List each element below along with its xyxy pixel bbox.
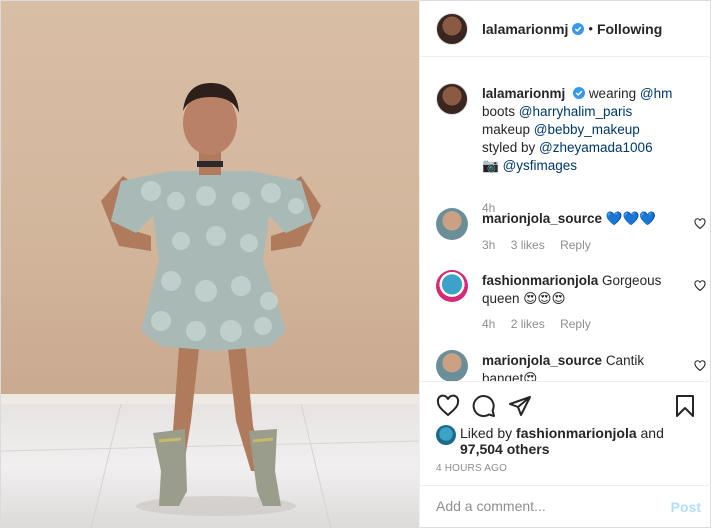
comment-like-heart-icon[interactable] xyxy=(694,280,706,292)
caption-username[interactable]: lalamarionmj xyxy=(482,86,565,101)
post-sidebar: lalamarionmj • Following lalamarionmj we… xyxy=(419,1,711,528)
post-timestamp[interactable]: 4 HOURS AGO xyxy=(436,463,507,474)
caption: lalamarionmj wearing @hm boots @harryhal… xyxy=(436,83,706,215)
post-header: lalamarionmj • Following xyxy=(420,1,711,57)
comment: fashionmarionjola Gorgeous queen 😍😍😍 4h … xyxy=(436,270,706,331)
separator-dot: • xyxy=(588,21,593,36)
reply-button[interactable]: Reply xyxy=(560,238,591,252)
comments-area[interactable]: lalamarionmj wearing @hm boots @harryhal… xyxy=(420,58,711,381)
instagram-post: lalamarionmj • Following lalamarionmj we… xyxy=(0,0,711,528)
caption-text: wearing xyxy=(588,86,637,101)
author-username[interactable]: lalamarionmj xyxy=(482,21,568,37)
comment-time[interactable]: 4h xyxy=(482,317,495,331)
mention-link[interactable]: @harryhalim_paris xyxy=(519,104,633,119)
mention-link[interactable]: @ysfimages xyxy=(503,158,577,173)
mention-link[interactable]: @bebby_makeup xyxy=(534,122,640,137)
liker-avatar[interactable] xyxy=(436,425,456,445)
caption-text: styled by xyxy=(482,140,536,155)
caption-avatar[interactable] xyxy=(436,83,468,115)
comment-text: 💙💙💙 xyxy=(605,211,657,226)
heart-icon[interactable] xyxy=(436,394,460,418)
comment-like-heart-icon[interactable] xyxy=(694,218,706,230)
mention-link[interactable]: @zheyamada1006 xyxy=(539,140,653,155)
comment-username[interactable]: marionjola_source xyxy=(482,353,602,368)
action-bar xyxy=(420,381,711,427)
add-comment-input[interactable] xyxy=(436,498,656,514)
post-photo[interactable] xyxy=(1,1,419,528)
comment: marionjola_source Cantik banget😍 xyxy=(436,350,706,381)
following-button[interactable]: Following xyxy=(597,21,662,37)
mention-link[interactable]: @hm xyxy=(640,86,672,101)
reply-button[interactable]: Reply xyxy=(560,317,591,331)
verified-icon xyxy=(573,87,586,99)
caption-text: makeup xyxy=(482,122,531,137)
verified-icon xyxy=(572,22,585,35)
comment-username[interactable]: marionjola_source xyxy=(482,211,602,226)
comment-time[interactable]: 3h xyxy=(482,238,495,252)
add-comment-bar: Post xyxy=(420,485,711,528)
author-avatar[interactable] xyxy=(436,12,468,45)
comment-like-heart-icon[interactable] xyxy=(694,360,706,372)
likes-count[interactable]: 97,504 others xyxy=(460,441,550,457)
comment: marionjola_source 💙💙💙 3h 3 likes Reply xyxy=(436,208,706,253)
comment-likes[interactable]: 3 likes xyxy=(511,238,545,252)
share-icon[interactable] xyxy=(508,394,532,418)
camera-emoji: 📷 xyxy=(482,158,499,173)
liker-username[interactable]: fashionmarionjola xyxy=(516,425,637,441)
liked-by-label: Liked by xyxy=(460,425,513,441)
woman-figure-illustration xyxy=(1,83,419,528)
commenter-avatar[interactable] xyxy=(436,270,468,302)
and-label: and xyxy=(640,425,664,441)
commenter-avatar[interactable] xyxy=(436,208,468,240)
post-comment-button[interactable]: Post xyxy=(671,499,701,515)
comment-icon[interactable] xyxy=(472,394,496,418)
comment-username[interactable]: fashionmarionjola xyxy=(482,273,598,288)
bookmark-icon[interactable] xyxy=(673,394,697,418)
caption-text: boots xyxy=(482,104,516,119)
commenter-avatar[interactable] xyxy=(436,350,468,381)
comment-likes[interactable]: 2 likes xyxy=(511,317,545,331)
